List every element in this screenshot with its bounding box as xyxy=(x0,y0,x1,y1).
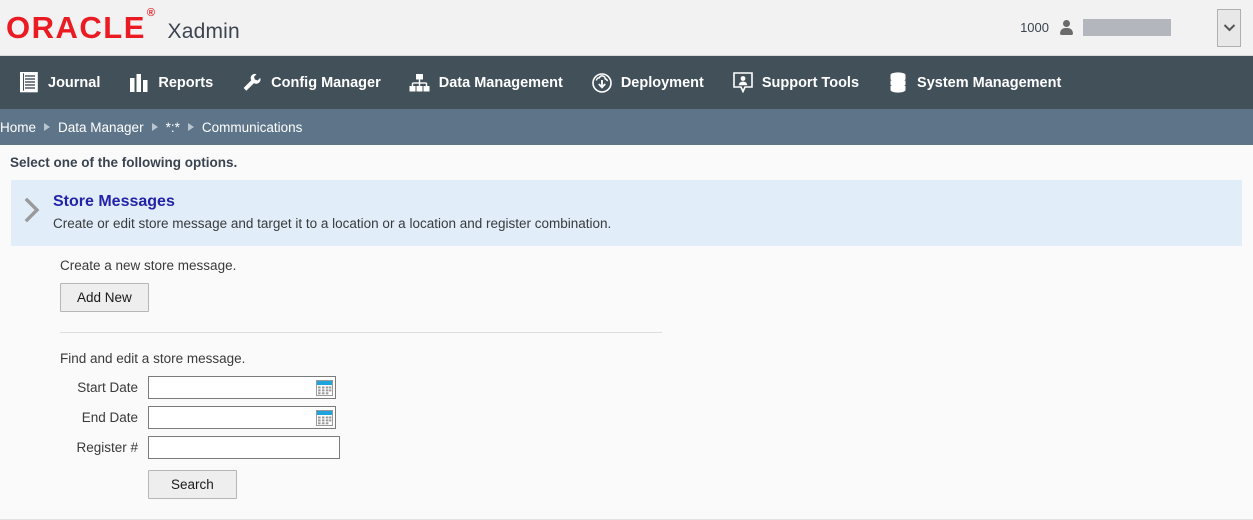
nav-item-system-management[interactable]: System Management xyxy=(887,72,1061,94)
journal-icon xyxy=(18,72,40,94)
nav-item-deployment[interactable]: Deployment xyxy=(591,72,704,94)
start-date-input[interactable] xyxy=(148,376,336,400)
database-icon xyxy=(887,72,909,94)
create-section-label: Create a new store message. xyxy=(60,258,237,274)
nav-item-reports[interactable]: Reports xyxy=(128,72,213,94)
breadcrumb-item-wildcard[interactable]: *:* xyxy=(166,120,180,135)
calendar-icon[interactable] xyxy=(316,409,333,426)
brand-logo: ORACLE® Xadmin xyxy=(0,8,240,45)
option-description: Create or edit store message and target … xyxy=(53,216,612,232)
breadcrumb-separator-icon xyxy=(44,123,51,131)
registered-mark: ® xyxy=(146,7,157,20)
search-button[interactable]: Search xyxy=(148,470,237,500)
nav-item-support-tools[interactable]: Support Tools xyxy=(732,72,859,94)
main-content: Select one of the following options. Sto… xyxy=(0,145,1253,520)
nav-label-reports: Reports xyxy=(158,74,214,91)
nav-label-journal: Journal xyxy=(48,74,101,91)
form-row-start-date: Start Date xyxy=(60,376,1253,400)
register-number-label: Register # xyxy=(76,440,138,456)
main-navigation: Journal Reports Config Manager Data Mana… xyxy=(0,56,1253,109)
header-menu-dropdown-button[interactable] xyxy=(1217,8,1241,47)
cloud-download-icon xyxy=(591,72,613,94)
header-right-cluster: 1000 xyxy=(1020,0,1253,55)
nav-label-config-manager: Config Manager xyxy=(271,74,381,91)
nav-label-data-management: Data Management xyxy=(438,74,563,91)
username-redacted xyxy=(1083,19,1171,36)
section-divider xyxy=(60,332,662,334)
end-date-label: End Date xyxy=(81,410,138,426)
nav-label-deployment: Deployment xyxy=(620,74,704,91)
breadcrumb-item-data-manager[interactable]: Data Manager xyxy=(58,120,144,135)
nav-item-data-management[interactable]: Data Management xyxy=(409,72,563,94)
oracle-wordmark: ORACLE® xyxy=(6,8,156,45)
oracle-logo-text: ORACLE xyxy=(6,9,146,45)
start-date-input-wrap xyxy=(148,376,336,400)
chevron-right-icon xyxy=(11,192,53,224)
breadcrumb: Home Data Manager *:* Communications xyxy=(0,109,1253,145)
option-card-store-messages[interactable]: Store Messages Create or edit store mess… xyxy=(11,180,1242,247)
wrench-icon xyxy=(241,72,263,94)
nav-label-system-management: System Management xyxy=(917,74,1062,91)
user-icon xyxy=(1059,19,1073,36)
find-section-label: Find and edit a store message. xyxy=(60,351,246,367)
start-date-label: Start Date xyxy=(77,380,138,396)
hierarchy-icon xyxy=(409,72,431,94)
option-card-body: Store Messages Create or edit store mess… xyxy=(53,192,1242,232)
bar-chart-icon xyxy=(128,72,150,94)
chevron-down-icon xyxy=(1223,24,1235,32)
form-row-register-number: Register # xyxy=(60,436,1253,460)
nav-item-journal[interactable]: Journal xyxy=(18,72,100,94)
end-date-input[interactable] xyxy=(148,406,336,430)
page-header: ORACLE® Xadmin 1000 xyxy=(0,0,1253,56)
app-title: Xadmin xyxy=(167,19,240,43)
calendar-icon[interactable] xyxy=(316,379,333,396)
page-instruction: Select one of the following options. xyxy=(10,155,238,170)
breadcrumb-separator-icon xyxy=(151,123,158,131)
add-new-button[interactable]: Add New xyxy=(60,283,149,313)
form-row-end-date: End Date xyxy=(60,406,1253,430)
breadcrumb-item-communications[interactable]: Communications xyxy=(202,120,303,135)
nav-label-support-tools: Support Tools xyxy=(761,74,860,91)
register-number-input[interactable] xyxy=(148,436,340,460)
search-button-row: Search xyxy=(60,470,1253,500)
register-number-input-wrap xyxy=(148,436,340,460)
breadcrumb-separator-icon xyxy=(187,123,194,131)
nav-item-config-manager[interactable]: Config Manager xyxy=(241,72,381,94)
end-date-input-wrap xyxy=(148,406,336,430)
support-person-icon xyxy=(732,72,754,94)
store-message-form-area: Create a new store message. Add New Find… xyxy=(0,246,1253,500)
option-title[interactable]: Store Messages xyxy=(53,192,1242,211)
store-number: 1000 xyxy=(1020,20,1049,35)
breadcrumb-item-home[interactable]: Home xyxy=(0,120,36,135)
search-form: Start Date End Date Register # Search xyxy=(60,376,1253,500)
